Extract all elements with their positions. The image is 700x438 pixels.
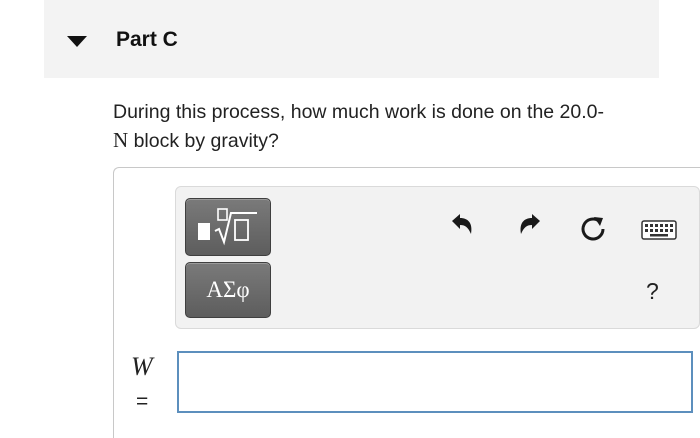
answer-input[interactable]	[177, 351, 693, 413]
question-text-before: During this process, how much work is do…	[113, 101, 604, 123]
caret-down-icon[interactable]	[67, 36, 87, 47]
fraction-radical-templates-icon	[198, 208, 257, 246]
reset-button[interactable]	[578, 214, 608, 244]
undo-button[interactable]	[448, 210, 476, 238]
answer-equals-label: =	[136, 390, 149, 413]
question-unit: N	[113, 128, 129, 152]
undo-icon	[452, 214, 472, 234]
keyboard-button[interactable]	[641, 220, 677, 240]
redo-icon	[520, 214, 540, 234]
answer-variable-label: W	[131, 352, 153, 381]
question-text-after: block by gravity?	[128, 130, 279, 152]
help-button[interactable]: ?	[646, 278, 659, 305]
redo-button[interactable]	[516, 210, 544, 238]
reset-icon	[581, 217, 605, 241]
symbols-button[interactable]: ΑΣφ	[185, 262, 271, 318]
page: Part C During this process, how much wor…	[0, 0, 700, 438]
part-title[interactable]: Part C	[116, 28, 178, 52]
templates-button[interactable]	[185, 198, 271, 256]
symbols-label: ΑΣφ	[206, 277, 250, 302]
keyboard-icon	[641, 220, 677, 240]
question-text: During this process, how much work is do…	[113, 98, 683, 155]
